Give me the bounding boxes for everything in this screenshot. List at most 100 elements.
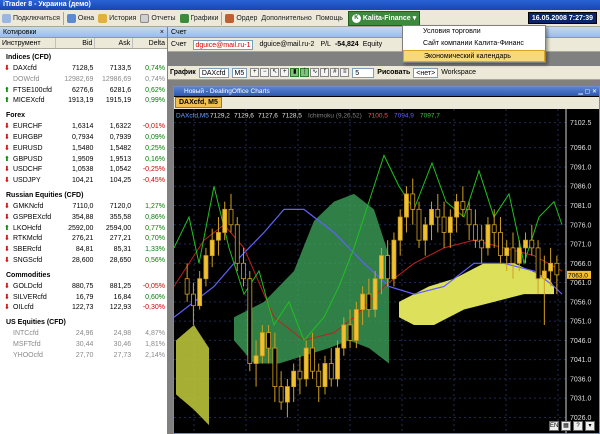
quote-row[interactable]: ⬇ EURCHF 1,6314 1,6322 -0,01% [0,122,167,133]
quote-bid: 104,21 [72,177,94,185]
order-menu[interactable]: Ордер [223,11,259,26]
additional-menu[interactable]: Дополнительно [259,11,313,26]
quote-row[interactable]: ⬇ EURGBP 0,7934 0,7939 0,09% [0,133,167,144]
connect-button[interactable]: Подключиться [0,11,62,26]
reports-button[interactable]: Отчеты [138,11,177,26]
candle-body [385,255,391,280]
language-icon[interactable]: EN [549,421,559,431]
quote-symbol: ⬇ EURUSD [0,144,56,155]
draw-menu-label[interactable]: Рисовать [377,69,410,76]
quote-row[interactable]: ⬇ SNGScfd 28,600 28,650 0,56% [0,256,167,267]
indicator-icon[interactable]: f [320,68,330,77]
charts-icon [179,13,189,23]
quote-row[interactable]: ⬆ LKOHcfd 2592,00 2594,00 0,77% [0,224,167,235]
charts-menu[interactable]: Графики [178,11,221,26]
quote-bid: 16,79 [75,293,94,301]
close-icon[interactable]: × [160,27,164,38]
quote-row[interactable]: ⬇ GMKNcfd 7110,0 7120,0 1,27% [0,202,167,213]
history-button[interactable]: История [96,11,138,26]
quote-delta: -0,45% [142,177,165,185]
candle-body [485,224,491,249]
crosshair-icon[interactable]: + [280,68,290,77]
chart-menu-label[interactable]: График [170,69,196,76]
account-login-other[interactable]: dguice@mail.ru-2 [259,41,314,48]
quote-delta: -0,30% [142,304,165,312]
candle-body [541,270,547,280]
quote-symbol: ⬆ MICEXcfd [0,96,56,107]
quote-row[interactable]: ⬆ FTSE100cfd 6276,6 6281,6 0,62% [0,86,167,97]
window-buttons[interactable]: ▁ ▢ ✕ [578,88,597,97]
y-tick-label: 7031.0 [570,396,592,403]
chart-toolbar: График DAXcfd M5 + − ↖ + ▮ ┆ ∿ f # ≡ 5 Р… [168,66,600,80]
column-header-bid[interactable]: Bid [56,38,96,48]
menu-item-company-site[interactable]: Сайт компании Калита-Финанс [403,38,545,50]
quote-row[interactable]: DOWcfd 12982,69 12986,69 0,74% [0,75,167,86]
menu-item-economic-calendar[interactable]: Экономический календарь [403,50,545,62]
zoom-out-icon[interactable]: − [260,68,270,77]
workspace-menu[interactable]: Workspace [441,69,476,76]
quote-row[interactable]: ⬇ GSPBEXcfd 354,88 355,58 0,86% [0,213,167,224]
quote-group-header[interactable]: Indices (CFD) [0,49,167,64]
candle-body [523,239,528,249]
y-tick-label: 7071.0 [570,242,592,249]
price-chart[interactable]: 7102.5 7096.0 7091.0 7086.0 7081.0 7076.0 7071… [174,109,599,433]
quote-row[interactable]: ⬇ EURUSD 1,5480 1,5482 0,25% [0,144,167,155]
candles-icon[interactable]: ▮ [290,68,300,77]
candle-body [222,208,228,233]
menu-icon[interactable]: ▾ [585,421,595,431]
quote-group-header[interactable]: Forex [0,107,167,122]
period-spinner[interactable]: 5 [352,67,375,78]
quote-row[interactable]: ⬆ GBPUSD 1,9509 1,9513 0,16% [0,155,167,166]
column-header-delta[interactable]: Delta [133,38,167,48]
chart-window-title: Новый - DealingOffice Charts ▁ ▢ ✕ [174,87,599,96]
zoom-in-icon[interactable]: + [250,68,260,77]
candle-body [209,239,215,256]
quote-group-header[interactable]: Russian Equities (CFD) [0,187,167,202]
quote-row[interactable]: ⬇ SBERcfd 84,81 85,31 1,33% [0,245,167,256]
arrow-down-icon: ⬇ [4,65,10,72]
column-header-ask[interactable]: Ask [95,38,134,48]
kalita-finance-menu[interactable]: K Kalita-Finance ▾ [347,10,421,26]
windows-menu[interactable]: Окна [65,11,96,26]
quote-delta: 0,16% [145,155,165,163]
quote-row[interactable]: ⬇ SILVERcfd 16,79 16,84 0,60% [0,293,167,304]
quote-group-header[interactable]: Commodities [0,267,167,282]
chart-tab[interactable]: DAXcfd, M5 [175,97,222,108]
quote-row[interactable]: MSFTcfd 30,44 30,46 1,81% [0,340,167,351]
quote-row[interactable]: YHOOcfd 27,70 27,73 2,14% [0,351,167,362]
grid-icon[interactable]: # [330,68,340,77]
chevron-down-icon: ▾ [412,15,417,22]
quote-delta: 1,81% [145,340,165,348]
server-datetime: 16.05.2008 7:27:39 [527,12,597,24]
quote-row[interactable]: ⬇ USDJPY 104,21 104,25 -0,45% [0,176,167,187]
candle-body [228,208,234,226]
quote-row[interactable]: ⬇ DAXcfd 7128,5 7133,5 0,74% [0,64,167,75]
help-menu[interactable]: Помощь [314,11,345,26]
quote-row[interactable]: INTCcfd 24,96 24,98 4,87% [0,329,167,340]
cursor-icon[interactable]: ↖ [270,68,280,77]
timeframe-select[interactable]: M5 [231,67,248,78]
symbol-select[interactable]: DAXcfd [198,67,229,78]
quote-ask: 881,25 [109,282,132,290]
ohlc-value: 7127,6 [258,113,278,120]
menu-item-trading-conditions[interactable]: Условия торговли [403,26,545,38]
quote-row[interactable]: ⬇ OILcfd 122,73 122,93 -0,30% [0,303,167,314]
account-login-selected[interactable]: dguice@mail.ru-1 [192,39,254,50]
help-icon[interactable]: ? [573,421,583,431]
quote-row[interactable]: ⬇ USDCHF 1,0538 1,0542 -0,25% [0,165,167,176]
quote-row[interactable]: ⬇ RTKMcfd 276,21 277,21 0,70% [0,234,167,245]
quote-row[interactable]: ⬇ GOLDcfd 880,75 881,25 -0,05% [0,282,167,293]
quote-group-header[interactable]: US Equities (CFD) [0,314,167,329]
calendar-icon[interactable]: ▦ [561,421,571,431]
arrow-down-icon: ⬇ [4,202,10,210]
quote-row[interactable]: ⬆ MICEXcfd 1913,19 1915,19 0,99% [0,96,167,107]
quote-bid: 6276,6 [72,86,94,94]
bars-icon[interactable]: ┆ [300,68,310,77]
arrow-down-icon: ⬇ [4,177,10,185]
settings-icon[interactable]: ≡ [340,68,350,77]
column-header-instrument[interactable]: Инструмент [0,38,56,48]
candle-body [372,278,378,310]
quote-symbol: ⬇ USDJPY [0,176,56,187]
line-chart-icon[interactable]: ∿ [310,68,320,77]
draw-tool-select[interactable]: <нет> [413,67,439,78]
